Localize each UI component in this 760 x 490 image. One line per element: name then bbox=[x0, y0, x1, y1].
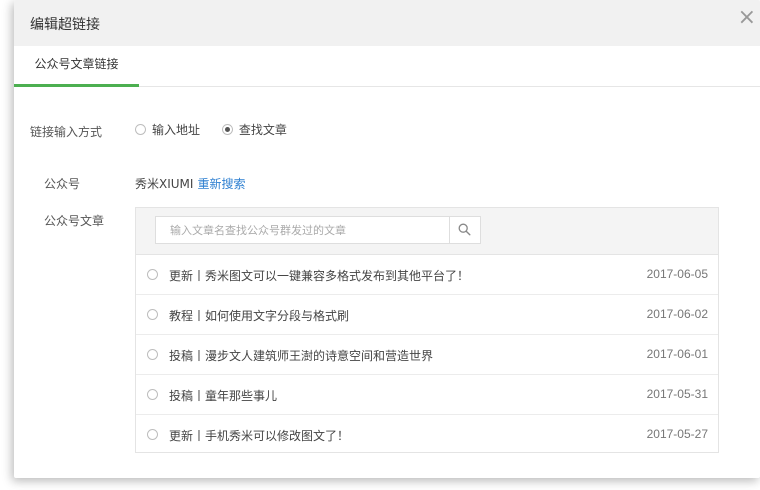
article-title: 教程丨如何使用文字分段与格式刷 bbox=[169, 309, 350, 323]
article-title: 投稿丨漫步文人建筑师王澍的诗意空间和营造世界 bbox=[169, 349, 434, 363]
radio-find-article-label: 查找文章 bbox=[238, 123, 287, 137]
article-list: 更新丨秀米图文可以一键兼容多格式发布到其他平台了！ 2017-06-05 教程丨… bbox=[136, 255, 718, 455]
radio-enter-address-label: 输入地址 bbox=[152, 123, 201, 137]
tab-official-account-article-link[interactable]: 公众号文章链接 bbox=[14, 46, 139, 87]
dialog-title: 编辑超链接 bbox=[30, 17, 100, 33]
list-item[interactable]: 更新丨手机秀米可以修改图文了！ 2017-05-27 bbox=[136, 415, 718, 455]
list-item[interactable]: 投稿丨漫步文人建筑师王澍的诗意空间和营造世界 2017-06-01 bbox=[136, 335, 718, 375]
article-date: 2017-05-27 bbox=[646, 427, 708, 441]
article-date: 2017-06-02 bbox=[646, 307, 708, 321]
account-name: 秀米XIUMI bbox=[135, 177, 194, 191]
article-title: 更新丨秀米图文可以一键兼容多格式发布到其他平台了！ bbox=[169, 269, 470, 283]
article-search-bar bbox=[136, 208, 718, 255]
article-date: 2017-06-01 bbox=[646, 347, 708, 361]
radio-checked-icon bbox=[221, 124, 233, 135]
radio-unchecked-icon bbox=[147, 429, 158, 440]
radio-find-article[interactable]: 查找文章 bbox=[221, 121, 287, 138]
account-label: 公众号 bbox=[44, 177, 81, 191]
radio-unchecked-icon bbox=[135, 124, 146, 135]
article-search-box bbox=[155, 216, 481, 244]
articles-label: 公众号文章 bbox=[44, 214, 105, 228]
list-item[interactable]: 投稿丨童年那些事儿 2017-05-31 bbox=[136, 375, 718, 415]
article-search-input[interactable] bbox=[156, 217, 452, 243]
article-date: 2017-06-05 bbox=[646, 267, 708, 281]
search-button[interactable] bbox=[449, 217, 480, 243]
link-mode-options: 输入地址 查找文章 bbox=[135, 121, 305, 138]
dialog-titlebar: 编辑超链接 × bbox=[14, 0, 760, 46]
tab-bar: 公众号文章链接 bbox=[14, 46, 760, 87]
article-date: 2017-05-31 bbox=[646, 387, 708, 401]
research-link[interactable]: 重新搜索 bbox=[197, 177, 245, 191]
articles-panel: 更新丨秀米图文可以一键兼容多格式发布到其他平台了！ 2017-06-05 教程丨… bbox=[135, 207, 719, 453]
article-title: 更新丨手机秀米可以修改图文了！ bbox=[169, 429, 350, 443]
radio-enter-address[interactable]: 输入地址 bbox=[135, 121, 200, 138]
radio-unchecked-icon bbox=[147, 269, 158, 280]
list-item[interactable]: 更新丨秀米图文可以一键兼容多格式发布到其他平台了！ 2017-06-05 bbox=[136, 255, 718, 295]
article-title: 投稿丨童年那些事儿 bbox=[169, 389, 278, 403]
list-item[interactable]: 教程丨如何使用文字分段与格式刷 2017-06-02 bbox=[136, 295, 718, 335]
radio-unchecked-icon bbox=[147, 309, 158, 320]
search-icon bbox=[458, 223, 471, 236]
radio-unchecked-icon bbox=[147, 389, 158, 400]
edit-hyperlink-dialog: 编辑超链接 × 公众号文章链接 链接输入方式 输入地址 查找文章 公众号 秀米X… bbox=[14, 0, 760, 478]
link-mode-label: 链接输入方式 bbox=[30, 125, 103, 139]
close-icon[interactable]: × bbox=[738, 6, 756, 30]
radio-unchecked-icon bbox=[147, 349, 158, 360]
account-row: 秀米XIUMI 重新搜索 bbox=[135, 175, 245, 192]
